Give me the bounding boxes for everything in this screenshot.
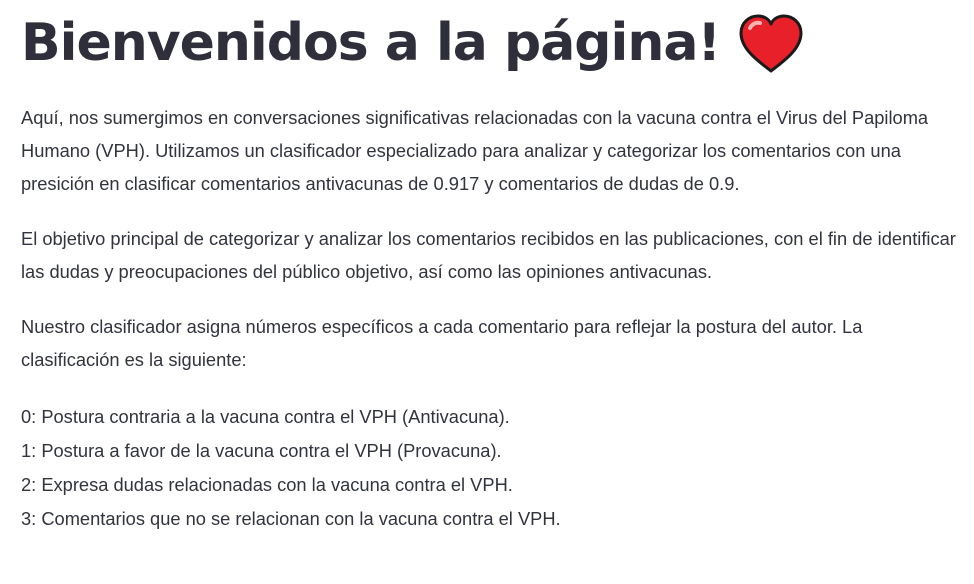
title-row: Bienvenidos a la página!: [21, 6, 961, 80]
main-content: Bienvenidos a la página! Aquí, nos sumer…: [21, 0, 961, 552]
page-title: Bienvenidos a la página!: [21, 13, 721, 73]
objective-paragraph: El objetivo principal de categorizar y a…: [21, 228, 956, 282]
classification-list: 0: Postura contraria a la vacuna contra …: [21, 400, 961, 536]
classifier-paragraph: Nuestro clasificador asigna números espe…: [21, 316, 863, 370]
list-item: 0: Postura contraria a la vacuna contra …: [21, 406, 510, 427]
list-item: 1: Postura a favor de la vacuna contra e…: [21, 440, 502, 461]
intro-paragraph: Aquí, nos sumergimos en conversaciones s…: [21, 107, 929, 194]
list-item: 2: Expresa dudas relacionadas con la vac…: [21, 474, 513, 495]
red-heart-icon: [738, 14, 804, 74]
list-item: 3: Comentarios que no se relacionan con …: [21, 508, 561, 529]
